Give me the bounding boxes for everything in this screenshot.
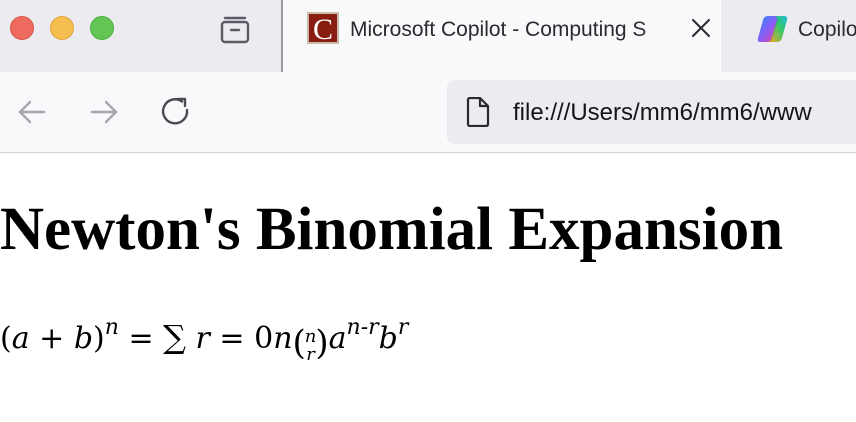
formula-exponent-r: r [397, 315, 409, 340]
forward-arrow-icon[interactable] [86, 94, 122, 130]
back-arrow-icon[interactable] [14, 94, 50, 130]
formula-exponent-n: n [104, 315, 119, 340]
formula-n: n [273, 321, 293, 356]
formula-equals-zero: = 0 [209, 321, 274, 356]
tab-strip: C Microsoft Copilot - Computing S Copilo [0, 0, 856, 72]
navigation-bar: file:///Users/mm6/mm6/www [0, 72, 856, 153]
formula-b-term: b [378, 321, 398, 356]
copilot-icon [756, 14, 790, 44]
window-maximize-button[interactable] [90, 16, 114, 40]
formula-close-paren: ) [93, 321, 105, 356]
reload-icon[interactable] [158, 94, 194, 130]
formula-a-term: a [328, 321, 347, 356]
tab-copilot[interactable]: Copilo [740, 0, 856, 72]
document-icon [465, 96, 491, 128]
site-favicon: C [307, 12, 339, 46]
page-title: Newton's Binomial Expansion [0, 196, 784, 263]
tab-copilot-computing[interactable]: C Microsoft Copilot - Computing S [281, 0, 721, 72]
formula-equals: = [118, 321, 164, 356]
browser-window: C Microsoft Copilot - Computing S Copilo… [0, 0, 856, 422]
formula-plus: + [29, 321, 74, 356]
tab-title: Microsoft Copilot - Computing S [350, 18, 647, 41]
formula-exponent-n-minus-r: n-r [346, 315, 379, 340]
formula-b: b [73, 321, 94, 356]
tab-title: Copilo [798, 18, 856, 41]
tab-overview-icon[interactable] [216, 12, 254, 46]
page-content: Newton's Binomial Expansion (a + b)n = ∑… [0, 153, 856, 422]
formula-open-paren: ( [0, 321, 12, 356]
url-text[interactable]: file:///Users/mm6/mm6/www [513, 98, 812, 128]
formula-a: a [11, 321, 30, 356]
window-close-button[interactable] [10, 16, 34, 40]
window-minimize-button[interactable] [50, 16, 74, 40]
binomial-coefficient: (n r) [292, 323, 329, 365]
summation-symbol: ∑ [163, 318, 186, 356]
address-bar[interactable]: file:///Users/mm6/mm6/www [447, 80, 856, 144]
binomial-formula: (a + b)n = ∑ r = 0n(n r)an-rbr [0, 315, 408, 367]
formula-r: r [195, 321, 210, 356]
close-icon[interactable] [689, 16, 713, 40]
